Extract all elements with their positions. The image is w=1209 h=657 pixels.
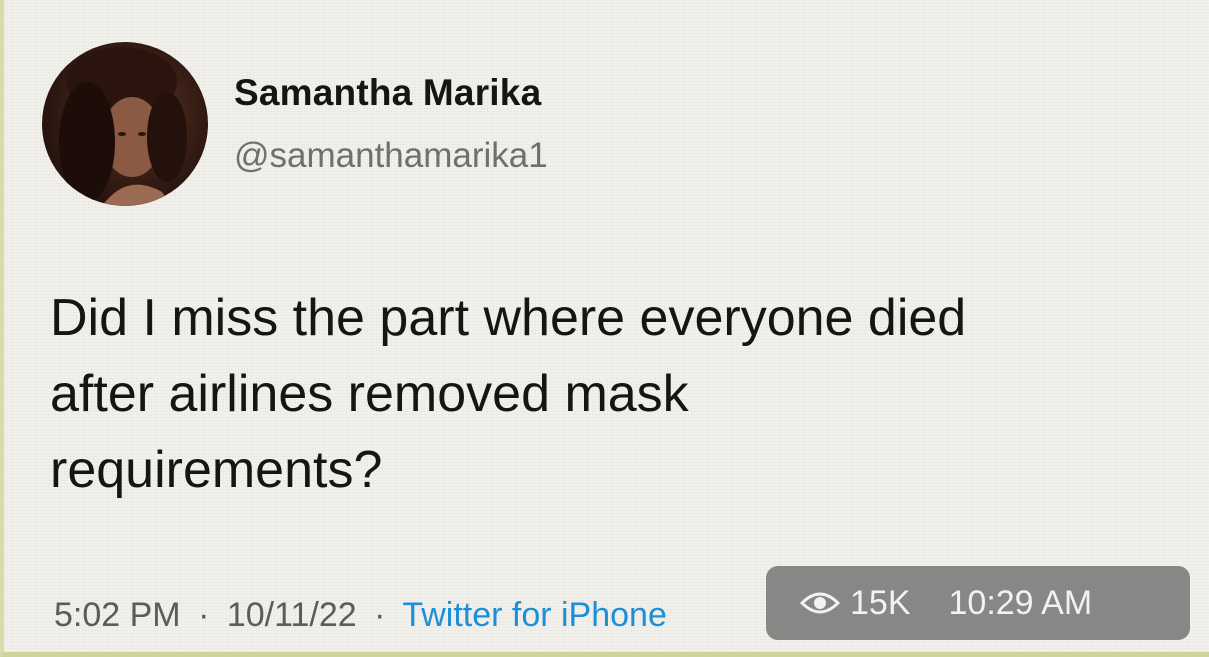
tweet-text-line: requirements? bbox=[50, 441, 383, 499]
status-overlay: 15K 10:29 AM bbox=[766, 566, 1190, 640]
tweet-time[interactable]: 5:02 PM bbox=[54, 596, 181, 634]
tweet-text-line: Did I miss the part where everyone died bbox=[50, 289, 967, 347]
meta-separator: · bbox=[198, 596, 210, 634]
profile-photo bbox=[59, 47, 187, 206]
eye-icon bbox=[800, 592, 840, 614]
overlay-clock: 10:29 AM bbox=[948, 583, 1093, 622]
author-name[interactable]: Samantha Marika bbox=[234, 72, 541, 114]
view-count: 15K bbox=[850, 583, 911, 622]
meta-separator: · bbox=[374, 596, 386, 634]
avatar[interactable] bbox=[42, 42, 208, 206]
tweet-card: Samantha Marika @samanthamarika1 Did I m… bbox=[0, 0, 1209, 657]
tweet-text: Did I miss the part where everyone died … bbox=[50, 280, 1190, 508]
tweet-source-link[interactable]: Twitter for iPhone bbox=[402, 596, 667, 634]
tweet-meta: 5:02 PM · 10/11/22 · Twitter for iPhone bbox=[54, 596, 667, 635]
author-handle[interactable]: @samanthamarika1 bbox=[234, 136, 548, 176]
tweet-date[interactable]: 10/11/22 bbox=[227, 596, 357, 634]
tweet-text-line: after airlines removed mask bbox=[50, 365, 689, 423]
